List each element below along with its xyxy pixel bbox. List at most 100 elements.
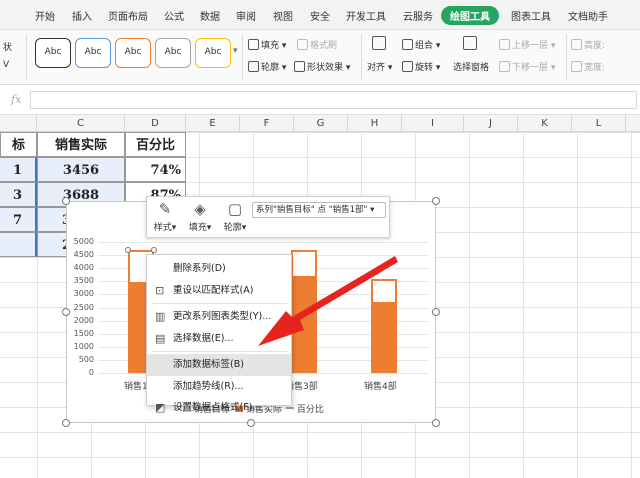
column-header-i[interactable]: I xyxy=(402,115,464,132)
cell-b-row4[interactable] xyxy=(0,232,37,257)
mini-outline-button[interactable]: ▢ 轮廓▾ xyxy=(220,200,250,233)
resize-handle[interactable] xyxy=(432,197,440,205)
resize-handle[interactable] xyxy=(62,419,70,427)
menu-item-add-data-labels[interactable]: 添加数据标签(B) xyxy=(147,354,291,376)
cell-b-row3[interactable]: 7 xyxy=(0,207,37,232)
resize-handle[interactable] xyxy=(62,197,70,205)
resize-handle[interactable] xyxy=(247,419,255,427)
cell-c-header[interactable]: 销售实际 xyxy=(37,132,125,157)
rotate-button[interactable]: 旋转 ▾ xyxy=(402,60,440,73)
shape-style-preset-3[interactable]: Abc xyxy=(115,38,151,68)
mini-fill-button[interactable]: ◈ 填充▾ xyxy=(185,200,215,233)
series-select-dropdown[interactable]: 系列"销售目标" 点 "销售1部" ▾ xyxy=(252,202,386,218)
move-down-button[interactable]: 下移一层 ▾ xyxy=(499,60,555,73)
resize-handle[interactable] xyxy=(62,308,70,316)
column-header-e[interactable]: E xyxy=(186,115,240,132)
column-header-c[interactable]: C xyxy=(37,115,125,132)
selection-pane-button[interactable]: 选择窗格 xyxy=(453,60,489,73)
cell-b-row2[interactable]: 3 xyxy=(0,182,37,207)
column-header-k[interactable]: K xyxy=(518,115,572,132)
column-header-b[interactable] xyxy=(0,115,37,132)
column-header-f[interactable]: F xyxy=(240,115,294,132)
shape-effect-button[interactable]: 形状效果 ▾ xyxy=(294,60,350,73)
mini-style-button[interactable]: ✎ 样式▾ xyxy=(150,200,180,233)
shape-style-preset-4[interactable]: Abc xyxy=(155,38,191,68)
chevron-down-icon: ▾ xyxy=(370,205,375,215)
menu-item-change-chart-type[interactable]: ▥ 更改系列图表类型(Y)... xyxy=(147,306,291,328)
y-tick-label: 2000 xyxy=(73,315,94,325)
shape-effect-label: 形状效果 xyxy=(307,63,344,73)
height-icon xyxy=(571,39,582,50)
formula-input[interactable] xyxy=(30,91,637,109)
group-button[interactable]: 组合 ▾ xyxy=(402,38,440,51)
tab-review[interactable]: 审阅 xyxy=(236,8,256,23)
tab-doc-assistant[interactable]: 文档助手 xyxy=(568,8,608,23)
shape-style-preset-2[interactable]: Abc xyxy=(75,38,111,68)
tab-developer[interactable]: 开发工具 xyxy=(346,8,386,23)
tab-cloud[interactable]: 云服务 xyxy=(403,8,433,23)
format-brush-button[interactable]: 格式刷 xyxy=(297,38,337,51)
fill-bucket-icon: ◈ xyxy=(194,200,206,218)
format-brush-label: 格式刷 xyxy=(310,41,338,51)
menu-label-add-data-labels: 添加数据标签(B) xyxy=(173,359,244,370)
align-glyph-icon xyxy=(372,36,386,50)
cell-b-row1[interactable]: 1 xyxy=(0,157,37,182)
ribbon-left-fragment-1[interactable]: 状 xyxy=(3,40,12,53)
menu-label-reset-style: 重设以匹配样式(A) xyxy=(173,284,254,296)
point-selection-handle[interactable] xyxy=(125,247,131,253)
menu-item-select-data[interactable]: ▤ 选择数据(E)... xyxy=(147,328,291,350)
move-down-label: 下移一层 xyxy=(512,63,549,73)
x-axis-label-4: 销售4部 xyxy=(364,382,397,392)
menu-item-delete-series[interactable]: 删除系列(D) xyxy=(147,258,291,280)
selection-pane-icon[interactable] xyxy=(463,36,481,54)
column-header-g[interactable]: G xyxy=(294,115,348,132)
tab-view[interactable]: 视图 xyxy=(273,8,293,23)
column-header-h[interactable]: H xyxy=(348,115,402,132)
resize-handle[interactable] xyxy=(432,419,440,427)
move-up-button[interactable]: 上移一层 ▾ xyxy=(499,38,555,51)
ribbon-left-fragment-2[interactable]: V xyxy=(3,60,9,70)
legend-label-percent: 百分比 xyxy=(296,405,324,415)
outline-button[interactable]: 轮廓 ▾ xyxy=(248,60,286,73)
align-icon[interactable] xyxy=(372,36,390,54)
point-selection-handle[interactable] xyxy=(151,247,157,253)
tab-security[interactable]: 安全 xyxy=(310,8,330,23)
width-icon xyxy=(571,61,582,72)
cell-d-row1[interactable]: 74% xyxy=(125,157,186,182)
gridline xyxy=(98,242,428,243)
column-header-j[interactable]: J xyxy=(464,115,518,132)
shape-style-preset-5[interactable]: Abc xyxy=(195,38,231,68)
menu-item-add-trendline[interactable]: 添加趋势线(R)... xyxy=(147,376,291,398)
tab-insert[interactable]: 插入 xyxy=(72,8,92,23)
menu-item-format-data-point[interactable]: ◩ 设置数据点格式(F)... xyxy=(147,397,291,419)
tab-data[interactable]: 数据 xyxy=(200,8,220,23)
width-field[interactable]: 宽度: xyxy=(571,60,605,73)
menu-bar: 开始 插入 页面布局 公式 数据 审阅 视图 安全 开发工具 云服务 绘图工具 … xyxy=(0,0,640,30)
tab-formulas[interactable]: 公式 xyxy=(164,8,184,23)
divider xyxy=(242,34,243,80)
brush-icon: ✎ xyxy=(158,200,172,218)
column-header-l[interactable]: L xyxy=(572,115,626,132)
tab-drawing-tools[interactable]: 绘图工具 xyxy=(441,6,499,25)
bar-actual[interactable] xyxy=(291,276,317,373)
tab-home[interactable]: 开始 xyxy=(35,8,55,23)
height-field[interactable]: 高度: xyxy=(571,38,605,51)
shape-style-preset-1[interactable]: Abc xyxy=(35,38,71,68)
resize-handle[interactable] xyxy=(432,308,440,316)
cell-d-header[interactable]: 百分比 xyxy=(125,132,186,157)
bar-actual[interactable] xyxy=(371,302,397,373)
cell-b-header[interactable]: 标 xyxy=(0,132,37,157)
menu-item-reset-style[interactable]: ⊡ 重设以匹配样式(A) xyxy=(147,280,291,302)
select-data-icon: ▤ xyxy=(155,331,166,345)
column-header-d[interactable]: D xyxy=(125,115,186,132)
fill-button[interactable]: 填充 ▾ xyxy=(248,38,286,51)
menu-label-change-chart-type: 更改系列图表类型(Y)... xyxy=(173,311,272,322)
align-label: 对齐 xyxy=(367,63,386,73)
divider xyxy=(361,34,362,80)
align-button[interactable]: 对齐 ▾ xyxy=(367,60,392,73)
fill-label: 填充 xyxy=(261,41,280,51)
style-gallery-more-icon[interactable]: ▾ xyxy=(233,46,238,56)
tab-page-layout[interactable]: 页面布局 xyxy=(108,8,148,23)
cell-c-row1[interactable]: 3456 xyxy=(37,157,125,182)
tab-chart-tools[interactable]: 图表工具 xyxy=(511,8,551,23)
